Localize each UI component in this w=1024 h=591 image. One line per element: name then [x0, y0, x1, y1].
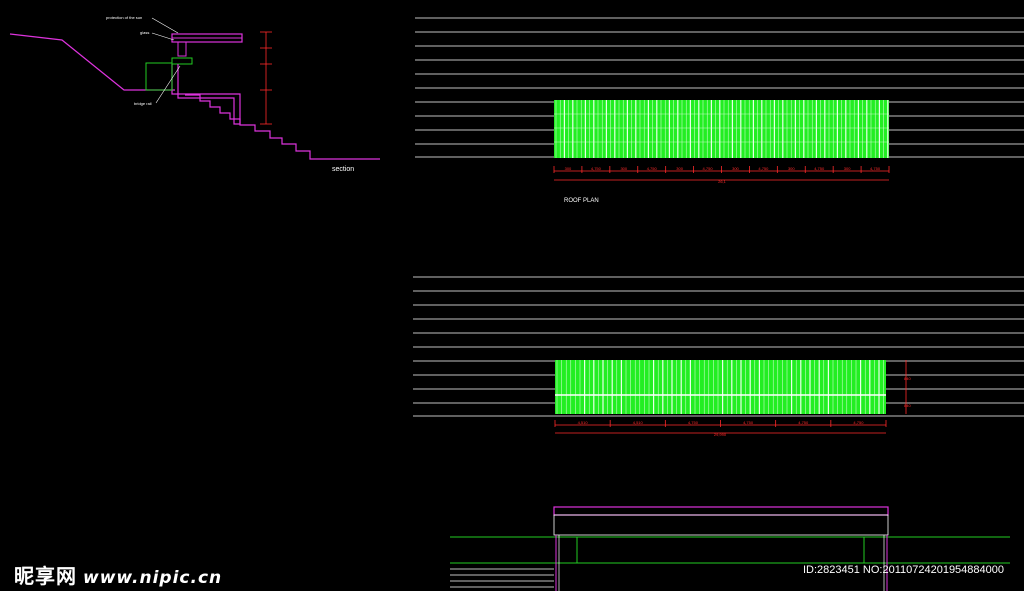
glass-box	[177, 41, 187, 57]
plan2-dim-label: 4,750	[798, 420, 809, 425]
elevation	[450, 506, 1010, 591]
leader-line-glass	[151, 32, 175, 41]
plan2-dim-label: 4,750	[688, 420, 699, 425]
roof-plan-caption: ROOF PLAN	[564, 198, 599, 204]
plan2-dim-label: 4,750	[743, 420, 754, 425]
roof-dim-label: 4,750	[814, 166, 825, 171]
roof-dim-label: 300	[565, 166, 572, 171]
watermark-logo-text: 昵享网	[14, 564, 77, 588]
green-box	[145, 62, 173, 91]
callout-rail: bridge rail	[134, 101, 152, 106]
roof-plan: 300 4,750 300 4,750 300 4,750 300 4,750 300 4,750…	[415, 17, 1024, 204]
watermark-id: ID:2823451 NO:20110724201954884000	[802, 564, 1004, 576]
roof-dim-label: 4,750	[591, 166, 602, 171]
plan2-dim-label: 4,750	[853, 420, 864, 425]
plan2-dim-labels: 4,510 4,510 4,750 4,750 4,750 4,750	[554, 420, 887, 427]
watermark-logo: 昵享网 www.nipic.cn	[14, 560, 222, 589]
callout-glass: glass	[140, 30, 149, 35]
column-cap	[171, 57, 193, 65]
roof-dim-label: 4,750	[647, 166, 658, 171]
roof-dim-label: 300	[732, 166, 739, 171]
section-caption: section	[332, 166, 354, 173]
stair-profile	[185, 94, 380, 160]
roof-total-dim: 26,1	[718, 179, 727, 184]
plan2-total-dim: 29,990	[714, 432, 727, 437]
plan2-dim-label: 4,510	[633, 420, 644, 425]
leader-line-rail	[155, 65, 181, 104]
roof-dim-label: 300	[676, 166, 683, 171]
roof-dim-labels: 300 4,750 300 4,750 300 4,750 300 4,750 300 4,750…	[553, 166, 890, 173]
floor-plan: 4,510 4,510 4,750 4,750 4,750 4,750 29,990 84…	[413, 276, 1024, 437]
section-drawing: protection of the sun glass bridge rail …	[9, 15, 380, 173]
roof-dim-label: 4,750	[758, 166, 769, 171]
plan2-side-dim-1: 840	[904, 376, 911, 381]
plan2-side-dim-2: 840	[904, 403, 911, 408]
plan2-dim-label: 4,510	[578, 420, 589, 425]
cad-drawing-canvas: protection of the sun glass bridge rail …	[9, 15, 1024, 591]
plan2-panel-array	[555, 360, 886, 414]
elevation-body	[553, 514, 889, 536]
roof-dim-label: 300	[788, 166, 795, 171]
watermark-url: www.nipic.cn	[83, 568, 223, 588]
terrain-profile	[9, 33, 175, 91]
roof-dim-label: 4,750	[870, 166, 881, 171]
roof-dim-label: 300	[620, 166, 627, 171]
callout-sun: protection of the sun	[106, 15, 142, 20]
roof-dim-label: 300	[844, 166, 851, 171]
leader-line-sun	[151, 17, 179, 34]
elevation-roof	[553, 506, 889, 516]
roof-dim-label: 4,750	[703, 166, 714, 171]
roof-panel-array	[554, 100, 889, 158]
